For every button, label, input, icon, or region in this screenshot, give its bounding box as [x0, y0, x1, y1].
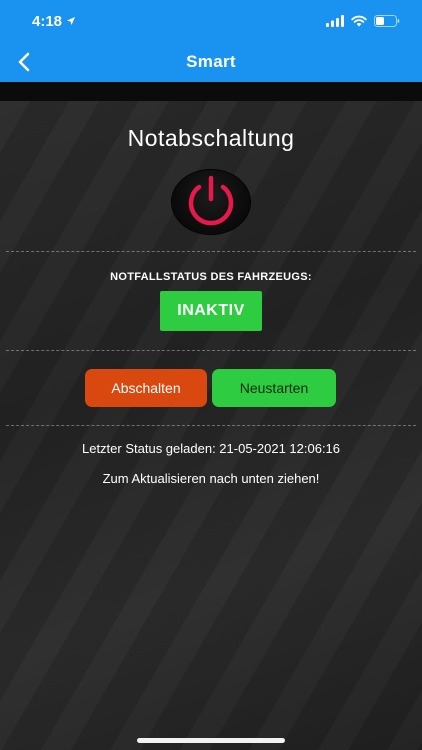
cellular-signal-icon: [326, 15, 344, 27]
navigation-bar: Smart: [0, 42, 422, 82]
status-time-text: 4:18: [32, 12, 63, 30]
shutdown-button[interactable]: Abschalten: [85, 369, 207, 407]
page-title: Notabschaltung: [127, 125, 295, 151]
chevron-left-icon: [18, 52, 30, 72]
power-button[interactable]: [172, 170, 250, 234]
restart-button[interactable]: Neustarten: [212, 369, 336, 407]
divider: [6, 350, 416, 351]
main-content: Notabschaltung NOTFALLSTATUS DES FAHRZEU…: [0, 101, 422, 750]
status-icons: [326, 15, 400, 27]
home-indicator[interactable]: [137, 738, 285, 743]
status-bar: 4:18: [0, 0, 422, 42]
status-time: 4:18: [32, 13, 76, 30]
refresh-hint-text: Zum Aktualisieren nach unten ziehen!: [102, 471, 320, 486]
vehicle-status-label: NOTFALLSTATUS DES FAHRZEUGS:: [110, 271, 312, 283]
battery-icon: [374, 15, 400, 27]
location-arrow-icon: [67, 17, 76, 25]
wifi-icon: [351, 15, 367, 27]
divider: [6, 425, 416, 426]
power-icon: [188, 175, 234, 226]
status-badge: INAKTIV: [160, 291, 262, 331]
nav-title: Smart: [186, 52, 236, 71]
divider: [6, 251, 416, 252]
header-shadow-strip: [0, 82, 422, 101]
last-status-text: Letzter Status geladen: 21-05-2021 12:06…: [81, 441, 341, 456]
back-button[interactable]: [8, 46, 40, 78]
